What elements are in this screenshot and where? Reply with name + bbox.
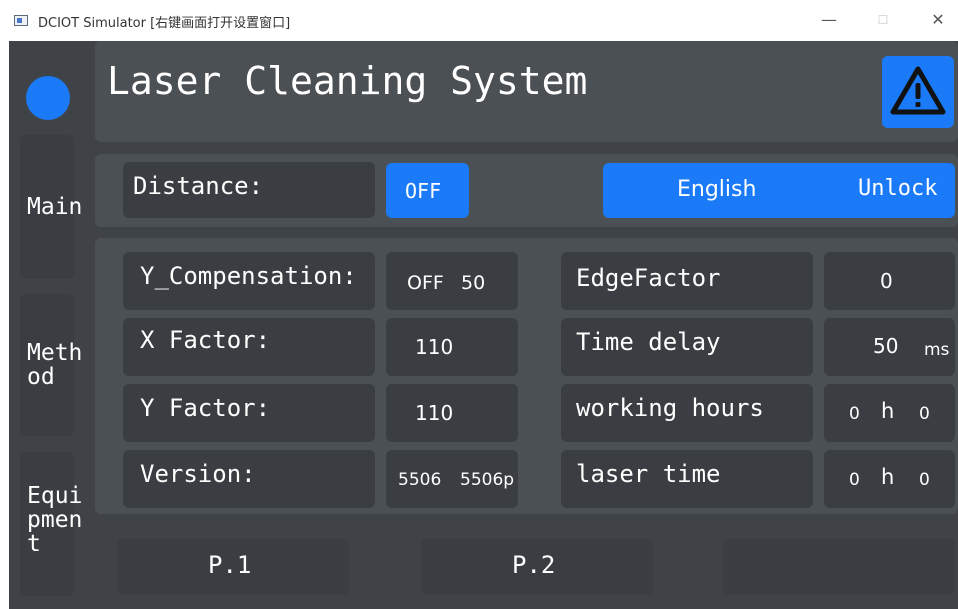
time-delay-label-cell: Time delay [561, 318, 813, 376]
app-icon [14, 15, 28, 26]
edge-factor-value[interactable]: 0 [824, 252, 955, 310]
y-compensation-number: 50 [461, 272, 486, 294]
close-button[interactable]: ✕ [926, 8, 950, 32]
y-compensation-state: OFF [407, 272, 444, 294]
working-hours-hours: 0 [849, 404, 860, 424]
time-delay-unit: ms [924, 340, 950, 360]
laser-time-label: laser time [576, 460, 721, 488]
version-number-2: 5506p [460, 470, 515, 490]
distance-label: Distance: [133, 172, 264, 200]
y-factor-label-cell: Y Factor: [123, 384, 375, 442]
time-delay-number: 50 [873, 334, 899, 358]
alarm-button[interactable] [882, 56, 954, 128]
sidebar-item-main[interactable]: Main [20, 135, 82, 279]
y-factor-label: Y Factor: [140, 394, 271, 422]
version-label: Version: [140, 460, 256, 488]
laser-time-hours: 0 [849, 470, 860, 490]
page-3-button[interactable] [723, 539, 955, 595]
window-title: DCIOT Simulator [右键画面打开设置窗口] [38, 16, 291, 31]
status-indicator [26, 76, 70, 120]
sidebar-item-label: Main [27, 194, 83, 220]
y-compensation-value[interactable]: OFF 50 [386, 252, 518, 310]
sidebar-item-label: Meth od [27, 340, 83, 390]
page-1-label: P.1 [208, 551, 252, 579]
language-lock-bar[interactable]: English Unlock [603, 163, 955, 218]
version-number-1: 5506 [398, 470, 442, 490]
laser-time-h: h [881, 465, 895, 489]
minimize-button[interactable]: — [817, 8, 841, 32]
version-value: 5506 5506p [386, 450, 518, 508]
page-2-button[interactable]: P.2 [421, 539, 653, 595]
distance-toggle-label: OFF [405, 179, 442, 203]
x-factor-value[interactable]: 110 [386, 318, 518, 376]
x-factor-number: 110 [415, 335, 454, 359]
distance-panel: Distance: OFF English Unlock [95, 154, 958, 227]
page-title: Laser Cleaning System [107, 59, 588, 103]
unlock-button[interactable]: Unlock [858, 176, 937, 201]
laser-time-minutes: 0 [919, 470, 930, 490]
y-compensation-label: Y_Compensation: [140, 262, 357, 290]
x-factor-label-cell: X Factor: [123, 318, 375, 376]
distance-toggle-button[interactable]: OFF [386, 163, 469, 218]
sidebar-item-label: Equi pmen t [27, 483, 83, 557]
maximize-button[interactable]: ☐ [871, 8, 895, 32]
sidebar-item-method[interactable]: Meth od [20, 294, 82, 436]
edge-factor-number: 0 [880, 269, 893, 293]
y-compensation-label-cell: Y_Compensation: [123, 252, 375, 310]
y-factor-value[interactable]: 110 [386, 384, 518, 442]
working-hours-label-cell: working hours [561, 384, 813, 442]
working-hours-label: working hours [576, 394, 764, 422]
page-2-label: P.2 [512, 551, 556, 579]
page-1-button[interactable]: P.1 [117, 539, 349, 595]
parameters-panel: Y_Compensation: OFF 50 EdgeFactor 0 X Fa… [95, 238, 958, 514]
laser-time-label-cell: laser time [561, 450, 813, 508]
working-hours-h: h [881, 399, 895, 423]
time-delay-label: Time delay [576, 328, 721, 356]
warning-triangle-icon [890, 66, 946, 115]
y-factor-number: 110 [415, 401, 454, 425]
window-titlebar: DCIOT Simulator [右键画面打开设置窗口] — ☐ ✕ [0, 0, 958, 41]
distance-label-cell: Distance: [123, 162, 375, 218]
laser-time-value: 0 h 0 [824, 450, 955, 508]
edge-factor-label-cell: EdgeFactor [561, 252, 813, 310]
edge-factor-label: EdgeFactor [576, 264, 721, 292]
x-factor-label: X Factor: [140, 326, 271, 354]
working-hours-minutes: 0 [919, 404, 930, 424]
version-label-cell: Version: [123, 450, 375, 508]
language-button[interactable]: English [677, 177, 756, 202]
hmi-screen: Main Meth od Equi pmen t Laser Cleaning … [9, 41, 958, 609]
working-hours-value: 0 h 0 [824, 384, 955, 442]
header-panel: Laser Cleaning System [95, 41, 958, 142]
time-delay-value[interactable]: 50 ms [824, 318, 955, 376]
sidebar-item-equipment[interactable]: Equi pmen t [20, 452, 82, 596]
